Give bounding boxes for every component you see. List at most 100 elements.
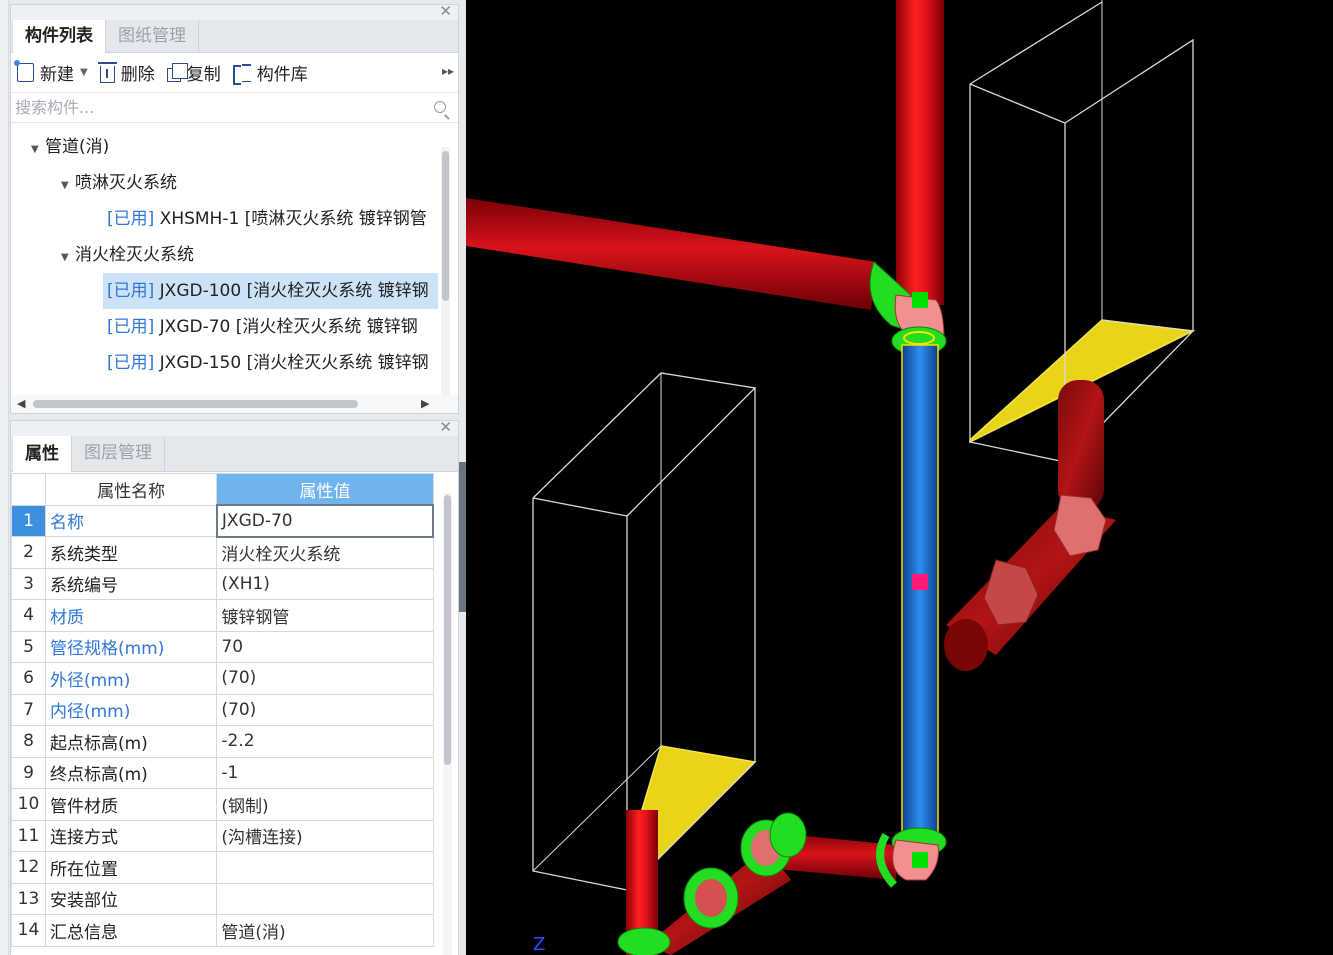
- row-number: 14: [11, 914, 46, 947]
- panel-splitter-handle[interactable]: [459, 462, 466, 612]
- tree-item-jxgd-70[interactable]: [已用] JXGD-70 [消火栓灭火系统 镀锌钢: [11, 309, 438, 345]
- expand-arrow-icon[interactable]: ▼: [31, 132, 45, 168]
- property-value-cell[interactable]: (XH1): [216, 567, 434, 600]
- property-row[interactable]: 13 安装部位: [11, 882, 434, 915]
- new-button-label: 新建: [40, 65, 74, 85]
- property-value-cell[interactable]: [216, 851, 434, 884]
- property-vertical-scrollbar[interactable]: [443, 493, 452, 955]
- component-tree: ▼ 管道(消) ▼ 喷淋灭火系统 [已用] XHSMH-1 [喷淋灭火系统 镀锌钢管…: [11, 129, 438, 393]
- property-value-cell[interactable]: 消火栓灭火系统: [216, 536, 434, 569]
- property-row[interactable]: 7 内径(mm) (70): [11, 693, 434, 726]
- property-panel-tabs: 属性 图层管理: [11, 436, 458, 472]
- new-button[interactable]: 新建 ▼: [14, 60, 88, 85]
- property-name-cell: 管件材质: [44, 788, 218, 821]
- property-value-cell[interactable]: (钢制): [216, 788, 434, 821]
- delete-button[interactable]: 删除: [97, 60, 155, 85]
- property-name-cell: 内径(mm): [44, 693, 218, 726]
- close-icon[interactable]: ✕: [439, 418, 452, 436]
- property-value-cell[interactable]: 镀锌钢管: [216, 599, 434, 632]
- property-row[interactable]: 5 管径规格(mm) 70: [11, 630, 434, 663]
- 3d-viewport[interactable]: Z: [466, 0, 1333, 955]
- property-row[interactable]: 12 所在位置: [11, 851, 434, 884]
- property-name-cell: 起点标高(m): [44, 725, 218, 758]
- scrollbar-thumb[interactable]: [33, 400, 358, 408]
- component-panel-tabs: 构件列表 图纸管理: [11, 20, 458, 53]
- property-value-cell[interactable]: (70): [216, 693, 434, 726]
- tree-item-jxgd-150[interactable]: [已用] JXGD-150 [消火栓灭火系统 镀锌钢: [11, 345, 438, 381]
- property-row[interactable]: 6 外径(mm) (70): [11, 662, 434, 695]
- vertical-pipe-top[interactable]: [869, 0, 945, 341]
- scrollbar-thumb[interactable]: [442, 151, 449, 301]
- property-value-cell[interactable]: -2.2: [216, 725, 434, 758]
- tree-node-root[interactable]: ▼ 管道(消): [11, 129, 438, 165]
- tree-node-label: 消火栓灭火系统: [75, 245, 194, 265]
- property-value-cell[interactable]: [216, 882, 434, 915]
- 3d-scene[interactable]: Z: [466, 0, 1333, 955]
- property-value-cell[interactable]: (70): [216, 662, 434, 695]
- property-name-cell: 安装部位: [44, 882, 218, 915]
- horizontal-pipe-top[interactable]: [466, 198, 876, 310]
- row-number: 12: [11, 851, 46, 884]
- property-name-cell: 系统类型: [44, 536, 218, 569]
- component-toolbar: 新建 ▼ 删除 复制 构件库 ▸▸: [11, 53, 458, 93]
- toolbar-overflow-icon[interactable]: ▸▸: [442, 64, 454, 78]
- property-row[interactable]: 1 名称 JXGD-70: [11, 504, 435, 538]
- search-icon[interactable]: [434, 101, 446, 113]
- tab-layer-management[interactable]: 图层管理: [72, 436, 165, 471]
- tree-item-label: JXGD-70 [消火栓灭火系统 镀锌钢: [159, 317, 418, 337]
- search-input[interactable]: [11, 93, 421, 121]
- tree-node-sprinkler-group[interactable]: ▼ 喷淋灭火系统: [11, 165, 438, 201]
- property-name-cell: 终点标高(m): [44, 756, 218, 789]
- tree-horizontal-scrollbar[interactable]: ◀ ▶: [11, 395, 458, 413]
- tree-item-label: XHSMH-1 [喷淋灭火系统 镀锌钢管: [159, 209, 427, 229]
- property-value-cell[interactable]: 70: [216, 630, 434, 663]
- property-name-cell: 管径规格(mm): [44, 630, 218, 663]
- sidebar-edge-strip: [0, 0, 9, 955]
- row-number: 8: [11, 725, 46, 758]
- row-number: 7: [11, 693, 46, 726]
- property-table-body: 1 名称 JXGD-70 2 系统类型 消火栓灭火系统 3 系统编号 (XH1) 4 材质 镀锌钢管 5…: [11, 504, 435, 947]
- scrollbar-thumb[interactable]: [444, 495, 451, 765]
- row-number: 10: [11, 788, 46, 821]
- used-tag: [已用]: [107, 281, 155, 301]
- tree-node-hydrant-group[interactable]: ▼ 消火栓灭火系统: [11, 237, 438, 273]
- property-table: 属性名称 属性值 1 名称 JXGD-70 2 系统类型 消火栓灭火系统 3 系统编号 (XH1…: [11, 473, 435, 947]
- tab-properties[interactable]: 属性: [13, 436, 72, 472]
- property-value-cell[interactable]: (沟槽连接): [216, 819, 434, 852]
- property-name-cell: 所在位置: [44, 851, 218, 884]
- tab-drawing-management[interactable]: 图纸管理: [106, 20, 199, 52]
- tree-item-label: JXGD-150 [消火栓灭火系统 镀锌钢: [159, 353, 429, 373]
- scroll-left-icon[interactable]: ◀: [17, 397, 25, 410]
- property-row[interactable]: 8 起点标高(m) -2.2: [11, 725, 434, 758]
- property-name-header: 属性名称: [44, 473, 218, 506]
- chevron-down-icon[interactable]: ▼: [80, 67, 88, 78]
- property-value-cell[interactable]: 管道(消): [216, 914, 434, 947]
- property-value-cell[interactable]: JXGD-70: [215, 504, 435, 538]
- copy-button[interactable]: 复制: [166, 60, 221, 85]
- property-row[interactable]: 10 管件材质 (钢制): [11, 788, 434, 821]
- tree-vertical-scrollbar[interactable]: [441, 147, 450, 397]
- row-number-header: [11, 473, 46, 506]
- expand-arrow-icon[interactable]: ▼: [61, 168, 75, 204]
- property-row[interactable]: 2 系统类型 消火栓灭火系统: [11, 536, 434, 569]
- component-library-button[interactable]: 构件库: [232, 60, 308, 85]
- tree-item-jxgd-100[interactable]: [已用] JXGD-100 [消火栓灭火系统 镀锌钢: [103, 273, 438, 309]
- property-row[interactable]: 11 连接方式 (沟槽连接): [11, 819, 434, 852]
- property-panel: ✕ 属性 图层管理 属性名称 属性值 1 名称 JXGD-70 2 系统类型 消火栓灭火系…: [10, 418, 459, 955]
- property-row[interactable]: 9 终点标高(m) -1: [11, 756, 434, 789]
- selected-pipe-jxgd-70[interactable]: [876, 326, 947, 888]
- property-row[interactable]: 14 汇总信息 管道(消): [11, 914, 434, 947]
- property-row[interactable]: 4 材质 镀锌钢管: [11, 599, 434, 632]
- tree-item-xhsmh-1[interactable]: [已用] XHSMH-1 [喷淋灭火系统 镀锌钢管: [11, 201, 438, 237]
- panel-header-bar: ✕: [11, 2, 458, 20]
- property-value-cell[interactable]: -1: [216, 756, 434, 789]
- property-row[interactable]: 3 系统编号 (XH1): [11, 567, 434, 600]
- component-library-label: 构件库: [256, 65, 308, 85]
- scroll-right-icon[interactable]: ▶: [421, 397, 429, 410]
- tab-component-list[interactable]: 构件列表: [13, 20, 106, 53]
- tree-node-label: 喷淋灭火系统: [75, 173, 177, 193]
- used-tag: [已用]: [107, 317, 155, 337]
- close-icon[interactable]: ✕: [439, 2, 452, 20]
- expand-arrow-icon[interactable]: ▼: [61, 240, 75, 276]
- trash-icon: [97, 62, 117, 83]
